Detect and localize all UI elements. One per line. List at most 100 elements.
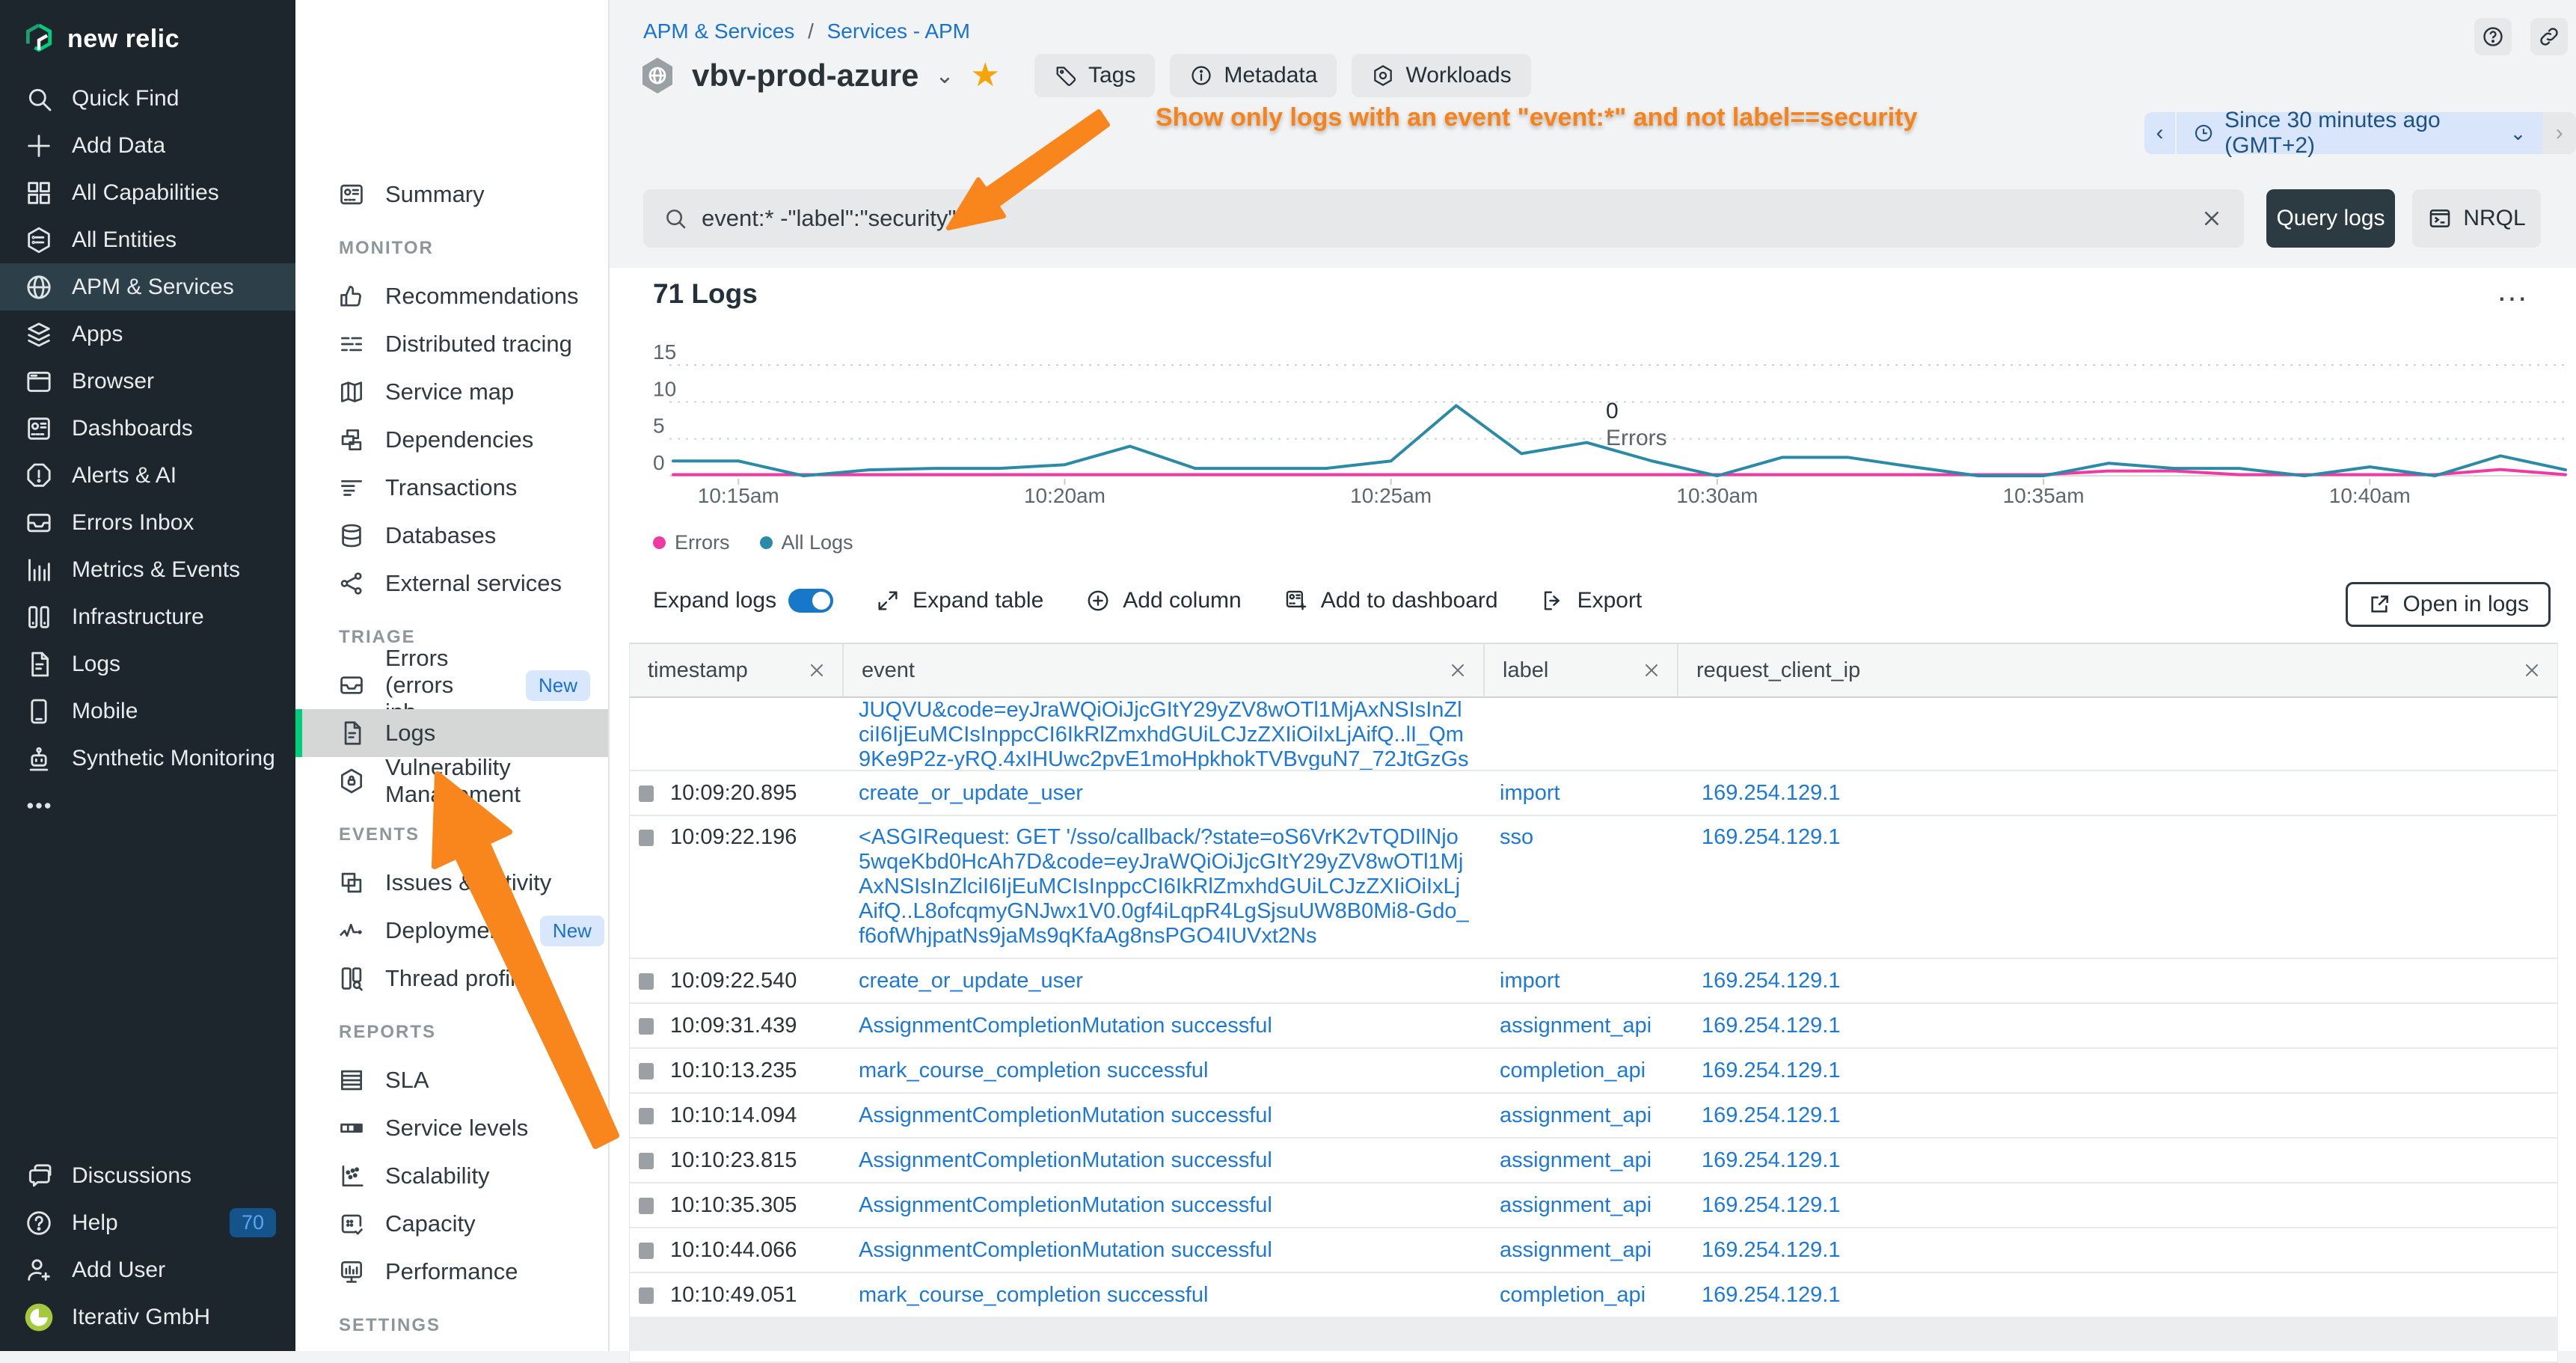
subnav-item-vulnerability-management[interactable]: Vulnerability Management <box>295 757 608 805</box>
sidebar-item-browser[interactable]: Browser <box>0 358 295 405</box>
cell-event-link[interactable]: AssignmentCompletionMutation successful <box>844 1228 1485 1272</box>
log-query-input[interactable]: event:* -"label":"security" <box>643 189 2244 248</box>
open-in-logs-button[interactable]: Open in logs <box>2346 582 2551 627</box>
panel-menu-icon[interactable]: ... <box>2497 272 2528 308</box>
sidebar-item-errors-inbox[interactable]: Errors Inbox <box>0 499 295 546</box>
cell-request-client-ip-link[interactable]: 169.254.129.1 <box>1678 1049 2557 1092</box>
remove-column-icon[interactable] <box>1641 660 1662 681</box>
query-logs-button[interactable]: Query logs <box>2266 189 2395 248</box>
copy-link-button[interactable] <box>2530 18 2568 55</box>
cell-request-client-ip-link[interactable]: 169.254.129.1 <box>1678 959 2557 1002</box>
sidebar-item-all-entities[interactable]: All Entities <box>0 216 295 263</box>
sidebar-item-quick-find[interactable]: Quick Find <box>0 75 295 122</box>
time-range-picker[interactable]: ‹ Since 30 minutes ago (GMT+2) ⌄ › <box>2144 112 2576 154</box>
expand-table-button[interactable]: Expand table <box>875 588 1043 613</box>
cell-label-link[interactable]: assignment_api <box>1485 1139 1678 1182</box>
sidebar-item-synthetic-monitoring[interactable]: Synthetic Monitoring <box>0 735 295 782</box>
cell-label-link[interactable]: assignment_api <box>1485 1004 1678 1047</box>
table-row[interactable]: JUQVU&code=eyJraWQiOiJjcGItY29yZV8wOTl1M… <box>630 698 2557 771</box>
table-row[interactable]: 10:10:44.066AssignmentCompletionMutation… <box>630 1228 2557 1273</box>
cell-request-client-ip-link[interactable]: 169.254.129.1 <box>1678 816 2557 958</box>
table-row[interactable]: 10:10:23.815AssignmentCompletionMutation… <box>630 1139 2557 1183</box>
cell-event-link[interactable]: AssignmentCompletionMutation successful <box>844 1139 1485 1182</box>
cell-label-link[interactable]: completion_api <box>1485 1049 1678 1092</box>
sidebar-item-help[interactable]: Help70 <box>0 1199 295 1246</box>
time-back-button[interactable]: ‹ <box>2144 112 2177 154</box>
cell-label-link[interactable] <box>1485 698 1678 770</box>
cell-label-link[interactable]: import <box>1485 959 1678 1002</box>
subnav-item-performance[interactable]: Performance <box>295 1248 608 1296</box>
breadcrumb-current[interactable]: Services - APM <box>827 19 970 43</box>
sidebar-item-alerts-ai[interactable]: Alerts & AI <box>0 452 295 499</box>
remove-column-icon[interactable] <box>2521 660 2542 681</box>
cell-event-link[interactable]: mark_course_completion successful <box>844 1049 1485 1092</box>
subnav-item-external-services[interactable]: External services <box>295 560 608 607</box>
sidebar-item-all-capabilities[interactable]: All Capabilities <box>0 169 295 216</box>
cell-label-link[interactable]: sso <box>1485 816 1678 958</box>
subnav-item-distributed-tracing[interactable]: Distributed tracing <box>295 320 608 368</box>
metadata-button[interactable]: Metadata <box>1170 54 1337 97</box>
add-to-dashboard-button[interactable]: Add to dashboard <box>1284 588 1498 613</box>
cell-event-link[interactable]: create_or_update_user <box>844 959 1485 1002</box>
cell-label-link[interactable]: completion_api <box>1485 1273 1678 1317</box>
table-row[interactable]: 10:09:31.439AssignmentCompletionMutation… <box>630 1004 2557 1049</box>
cell-event-link[interactable]: <ASGIRequest: GET '/sso/callback/?state=… <box>844 816 1485 958</box>
table-row[interactable]: 10:09:22.540create_or_update_userimport1… <box>630 959 2557 1004</box>
sidebar-item-apps[interactable]: Apps <box>0 310 295 358</box>
logs-timeseries-chart[interactable]: 15105010:15am10:20am10:25am10:30am10:35a… <box>640 329 2569 525</box>
add-column-button[interactable]: Add column <box>1085 588 1241 613</box>
table-row[interactable]: 10:10:35.305AssignmentCompletionMutation… <box>630 1183 2557 1228</box>
sidebar-item-discussions[interactable]: Discussions <box>0 1152 295 1199</box>
cell-request-client-ip-link[interactable]: 169.254.129.1 <box>1678 1183 2557 1227</box>
subnav-item-sla[interactable]: SLA <box>295 1056 608 1104</box>
cell-event-link[interactable]: AssignmentCompletionMutation successful <box>844 1004 1485 1047</box>
table-row[interactable]: 10:10:13.235mark_course_completion succe… <box>630 1049 2557 1094</box>
subnav-item-databases[interactable]: Databases <box>295 512 608 560</box>
legend-item-errors[interactable]: Errors <box>653 531 730 554</box>
table-row[interactable]: 10:10:49.051mark_course_completion succe… <box>630 1273 2557 1318</box>
cell-label-link[interactable]: assignment_api <box>1485 1094 1678 1137</box>
sidebar-item-mobile[interactable]: Mobile <box>0 687 295 735</box>
cell-event-link[interactable]: AssignmentCompletionMutation successful <box>844 1094 1485 1137</box>
cell-event-link[interactable]: mark_course_completion successful <box>844 1273 1485 1317</box>
expand-logs-button[interactable]: Expand logs <box>653 588 833 613</box>
subnav-item-scalability[interactable]: Scalability <box>295 1152 608 1200</box>
tags-button[interactable]: Tags <box>1034 54 1155 97</box>
breadcrumb-parent[interactable]: APM & Services <box>643 19 794 43</box>
cell-request-client-ip-link[interactable]: 169.254.129.1 <box>1678 1004 2557 1047</box>
sidebar-item-iterativ-gmbh[interactable]: Iterativ GmbH <box>0 1293 295 1341</box>
legend-item-all-logs[interactable]: All Logs <box>760 531 853 554</box>
help-button[interactable] <box>2474 18 2512 55</box>
sidebar-item-infrastructure[interactable]: Infrastructure <box>0 593 295 640</box>
subnav-item-summary[interactable]: Summary <box>295 171 608 218</box>
sidebar-item-apm-services[interactable]: APM & Services <box>0 263 295 310</box>
cell-request-client-ip-link[interactable]: 169.254.129.1 <box>1678 1228 2557 1272</box>
subnav-item-deployments[interactable]: DeploymentsNew <box>295 907 608 955</box>
sidebar-item-add-user[interactable]: Add User <box>0 1246 295 1293</box>
new-relic-logo[interactable]: new relic <box>0 0 295 75</box>
cell-event-link[interactable]: create_or_update_user <box>844 771 1485 815</box>
cell-event-link[interactable]: AssignmentCompletionMutation successful <box>844 1183 1485 1227</box>
subnav-item-errors-errors-inb[interactable]: Errors (errors inb...New <box>295 661 608 709</box>
table-row[interactable]: 10:10:14.094AssignmentCompletionMutation… <box>630 1094 2557 1139</box>
remove-column-icon[interactable] <box>1447 660 1468 681</box>
subnav-item-capacity[interactable]: Capacity <box>295 1200 608 1248</box>
subnav-item-transactions[interactable]: Transactions <box>295 464 608 512</box>
nrql-button[interactable]: NRQL <box>2412 189 2541 248</box>
subnav-item-logs[interactable]: Logs <box>295 709 608 757</box>
sidebar-item-[interactable] <box>0 782 295 829</box>
cell-request-client-ip-link[interactable]: 169.254.129.1 <box>1678 1139 2557 1182</box>
expand-logs-toggle[interactable] <box>788 589 833 613</box>
subnav-item-thread-profiler[interactable]: Thread profiler <box>295 955 608 1002</box>
sidebar-item-dashboards[interactable]: Dashboards <box>0 405 295 452</box>
subnav-item-service-levels[interactable]: Service levels <box>295 1104 608 1152</box>
cell-request-client-ip-link[interactable] <box>1678 698 2557 770</box>
remove-column-icon[interactable] <box>806 660 827 681</box>
cell-request-client-ip-link[interactable]: 169.254.129.1 <box>1678 771 2557 815</box>
workloads-button[interactable]: Workloads <box>1352 54 1530 97</box>
time-forward-button[interactable]: › <box>2542 112 2576 154</box>
subnav-item-issues-activity[interactable]: Issues & activity <box>295 859 608 907</box>
cell-event-link[interactable]: JUQVU&code=eyJraWQiOiJjcGItY29yZV8wOTl1M… <box>844 698 1485 770</box>
cell-label-link[interactable]: assignment_api <box>1485 1228 1678 1272</box>
subnav-item-dependencies[interactable]: Dependencies <box>295 416 608 464</box>
